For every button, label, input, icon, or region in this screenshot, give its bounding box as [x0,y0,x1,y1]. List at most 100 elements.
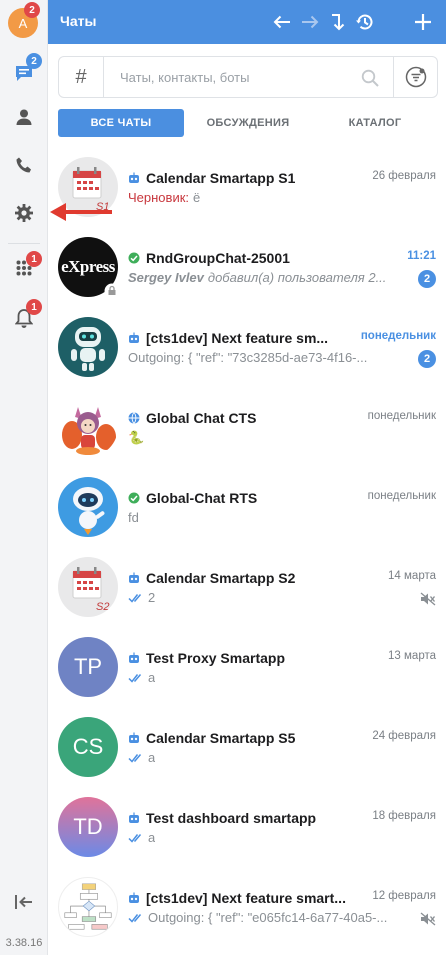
bot-icon [128,812,140,824]
chat-preview: Outgoing: { "ref": "73c3285d-ae73-4f16-.… [128,350,408,365]
rail-settings-button[interactable] [0,193,48,233]
new-chat-button[interactable] [410,9,436,35]
profile-badge: 2 [24,2,40,18]
chat-preview: a [128,830,408,845]
jump-button[interactable] [325,9,351,35]
chat-preview: Черновик: ё [128,190,408,205]
message-preview: 2 [148,590,156,605]
chats-badge: 2 [26,53,42,69]
apps-badge: 1 [26,251,42,267]
rail-divider [8,243,40,244]
chat-preview: a [128,670,408,685]
chat-name: Test Proxy Smartapp [146,650,286,666]
search-icon [361,69,379,87]
chat-date: 14 марта [388,570,436,582]
calendar-icon: S2 [72,567,109,613]
chat-date: 26 февраля [372,170,436,182]
chat-name: [cts1dev] Next feature smart... [146,890,346,906]
muted-icon [420,592,436,606]
forward-button[interactable] [297,9,323,35]
chat-list-item[interactable]: CS Calendar Smartapp S5 24 февраля a [48,704,446,784]
read-ticks-icon [128,593,142,603]
chat-title-line: Calendar Smartapp S1 [128,170,358,186]
back-button[interactable] [269,9,295,35]
search-input[interactable] [104,69,344,85]
chat-date: 13 марта [388,650,436,662]
chat-list-item[interactable]: TP Test Proxy Smartapp 13 марта a [48,624,446,704]
search-bar: # [58,56,438,98]
unread-count-badge: 2 [418,270,436,288]
chat-title-line: RndGroupChat-25001 [128,250,358,266]
message-preview: a [148,830,156,845]
hashtag-search-button[interactable]: # [58,56,104,98]
tab-discussions[interactable]: ОБСУЖДЕНИЯ [184,109,312,137]
chat-name: Calendar Smartapp S1 [146,170,296,186]
tab-all-chats[interactable]: ВСЕ ЧАТЫ [58,109,184,137]
chat-list-item[interactable]: Global-Chat RTS понедельник fd [48,464,446,544]
read-ticks-icon [128,753,142,763]
chat-avatar [58,477,118,537]
chat-avatar: CS [58,717,118,777]
chat-date: 24 февраля [372,730,436,742]
hash-label: # [75,65,87,88]
plus-icon [415,14,431,30]
read-ticks-icon [128,673,142,683]
avatar-initials: CS [72,734,104,759]
chat-title-line: [cts1dev] Next feature sm... [128,330,358,346]
chat-title-line: Test Proxy Smartapp [128,650,358,666]
chat-list-item[interactable]: eXpress RndGroupChat-25001 11:21 Sergey … [48,224,446,304]
bot-icon [128,332,140,344]
chat-avatar: eXpress [58,237,120,299]
chat-date: понедельник [367,490,436,502]
chat-preview: 🐍 [128,430,408,446]
chat-name: Global-Chat RTS [146,490,258,506]
message-preview: добавил(а) пользователя 2... [207,270,387,285]
bot-icon [128,892,140,904]
message-preview: 🐍 [128,430,145,445]
side-rail: А 2 2 1 1 3.38.16 [0,0,48,955]
chat-date: 12 февраля [372,890,436,902]
gear-icon [15,204,33,222]
chat-preview: fd [128,510,408,525]
rail-calls-button[interactable] [0,145,48,185]
chat-title-line: Calendar Smartapp S2 [128,570,358,586]
app-window: А 2 2 1 1 3.38.16 Чаты # Чаты, контакты,… [0,0,446,955]
avatar-initials: TP [73,654,103,679]
robot-icon [73,487,105,535]
chat-date: понедельник [367,410,436,422]
chats-header: Чаты [48,0,446,44]
read-ticks-icon [128,833,142,843]
chat-list-item[interactable]: Global Chat CTS понедельник 🐍 [48,384,446,464]
chat-title-line: Global Chat CTS [128,410,358,426]
chat-tabs: ВСЕ ЧАТЫ ОБСУЖДЕНИЯ КАТАЛОГ [58,109,438,137]
chat-title-line: Calendar Smartapp S5 [128,730,358,746]
rail-contacts-button[interactable] [0,97,48,137]
arrow-left-icon [273,15,290,29]
globe-icon [128,412,140,424]
history-icon [356,14,373,30]
collapse-icon [15,895,32,909]
flowchart-icon [64,883,112,930]
collapse-sidebar-button[interactable] [0,882,48,922]
robot-icon [71,327,105,371]
muted-icon [420,912,436,926]
chat-name: Calendar Smartapp S5 [146,730,296,746]
chat-date: 18 февраля [372,810,436,822]
chat-list-item[interactable]: TD Test dashboard smartapp 18 февраля a [48,784,446,864]
history-button[interactable] [352,9,378,35]
avatar-initials: TD [73,814,103,839]
calendar-avatar-label: S2 [96,601,109,613]
chat-date: понедельник [360,330,436,342]
chat-list-item[interactable]: [cts1dev] Next feature smart... 12 февра… [48,864,446,944]
express-logo-text: eXpress [61,257,115,276]
message-preview: Outgoing: { "ref": "e065fc14-6a77-40a5-.… [148,910,388,925]
filter-button[interactable] [394,56,438,98]
tab-catalog[interactable]: КАТАЛОГ [312,109,438,137]
search-field-wrap [104,56,394,98]
arrow-right-icon [302,15,319,29]
chat-list-item[interactable]: S2 Calendar Smartapp S2 14 марта 2 [48,544,446,624]
chat-avatar: TD [58,797,118,857]
chat-list-item[interactable]: [cts1dev] Next feature sm... понедельник… [48,304,446,384]
chat-avatar [58,877,118,937]
unread-count-badge: 2 [418,350,436,368]
